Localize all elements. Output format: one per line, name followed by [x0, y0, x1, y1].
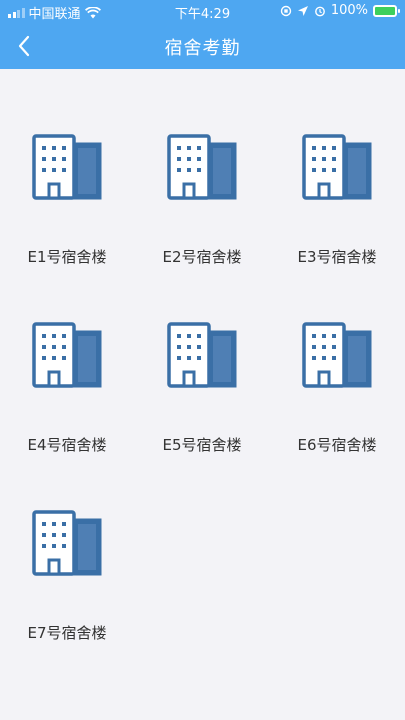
app-header: 中国联通 下午4:29 100% 宿舍考勤 — [0, 0, 405, 69]
building-icon — [302, 134, 372, 200]
building-label: E1号宿舍楼 — [27, 248, 107, 266]
status-right: 100% — [280, 3, 400, 18]
building-icon — [32, 510, 102, 576]
building-icon — [32, 322, 102, 388]
building-label: E2号宿舍楼 — [162, 248, 242, 266]
building-tile-e7[interactable]: E7号宿舍楼 — [12, 504, 122, 654]
building-label: E4号宿舍楼 — [27, 436, 107, 454]
building-tile-e1[interactable]: E1号宿舍楼 — [12, 128, 122, 278]
alarm-icon — [314, 6, 325, 16]
building-tile-e4[interactable]: E4号宿舍楼 — [12, 316, 122, 466]
building-label: E6号宿舍楼 — [297, 436, 377, 454]
building-icon — [167, 134, 237, 200]
battery-icon — [373, 4, 400, 17]
battery-percent: 100% — [330, 3, 368, 18]
building-icon — [32, 134, 102, 200]
building-label: E7号宿舍楼 — [27, 624, 107, 642]
status-bar: 中国联通 下午4:29 100% — [0, 0, 405, 22]
building-icon — [167, 322, 237, 388]
building-tile-e5[interactable]: E5号宿舍楼 — [147, 316, 257, 466]
building-tile-e6[interactable]: E6号宿舍楼 — [282, 316, 392, 466]
building-tile-e2[interactable]: E2号宿舍楼 — [147, 128, 257, 278]
building-label: E3号宿舍楼 — [297, 248, 377, 266]
building-icon — [302, 322, 372, 388]
building-label: E5号宿舍楼 — [162, 436, 242, 454]
lock-rotation-icon — [280, 5, 292, 16]
building-tile-e3[interactable]: E3号宿舍楼 — [282, 128, 392, 278]
location-icon — [297, 5, 308, 16]
page-title: 宿舍考勤 — [164, 38, 241, 59]
